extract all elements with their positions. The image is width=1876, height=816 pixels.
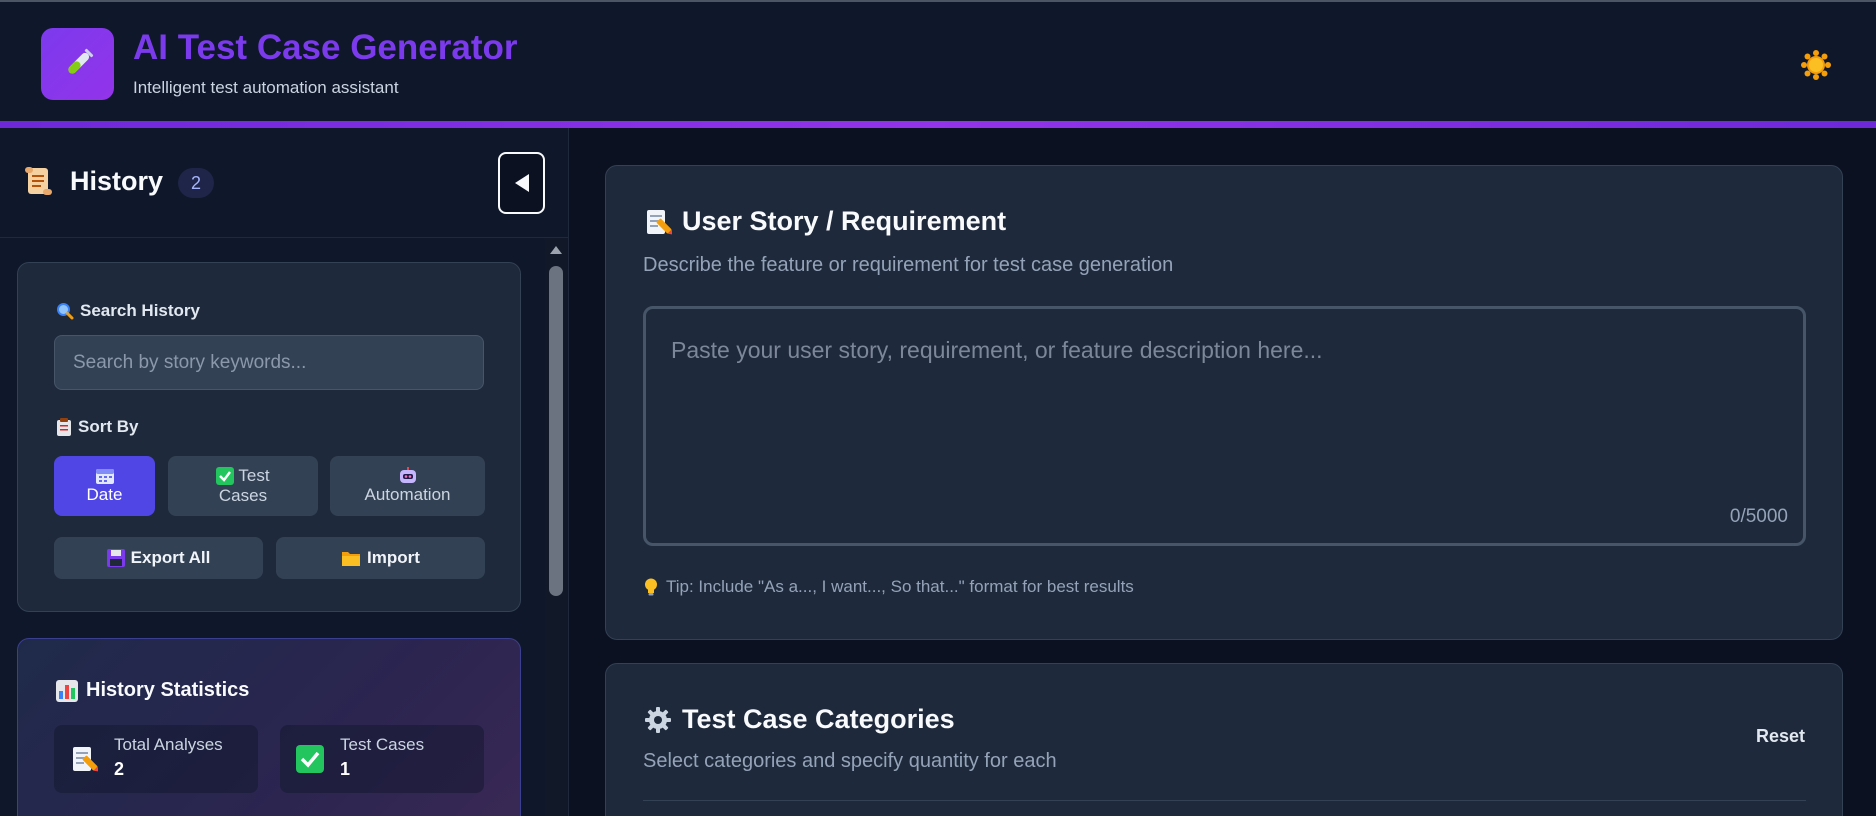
magnifier-icon (57, 303, 74, 320)
memo-icon (647, 209, 672, 234)
stat-test-cases-label: Test Cases (340, 735, 425, 754)
stat-test-cases-value: 1 (340, 759, 351, 779)
scroll-icon (25, 167, 52, 195)
export-all-label: Export All (130, 548, 211, 567)
sort-by-label-text: Sort By (78, 417, 139, 436)
sidebar-scrollbar[interactable] (545, 238, 567, 816)
check-box-icon (296, 745, 324, 773)
search-history-label: Search History (56, 301, 200, 321)
sort-test-cases-line1: Test (238, 465, 270, 485)
app-logo (41, 28, 114, 100)
stat-total-analyses: Total Analyses 2 (54, 725, 258, 793)
test-case-categories-card: Test Case Categories Select categories a… (605, 663, 1843, 816)
history-sidebar: History 2 Search History Search by story… (0, 128, 569, 816)
user-story-title-text: User Story / Requirement (682, 206, 1007, 236)
sort-by-label: Sort By (56, 417, 138, 437)
check-box-icon (216, 466, 235, 485)
sun-icon (1801, 50, 1831, 80)
bar-chart-icon (56, 679, 78, 702)
app-subtitle: Intelligent test automation assistant (133, 78, 399, 97)
import-button[interactable]: Import (276, 537, 485, 579)
history-search-input[interactable] (54, 335, 484, 390)
triangle-left-icon (514, 174, 529, 192)
app-title: AI Test Case Generator (133, 28, 518, 67)
sort-by-date-button[interactable]: Date (54, 456, 155, 516)
history-count-badge: 2 (178, 168, 214, 198)
scrollbar-thumb[interactable] (549, 266, 563, 596)
history-filter-panel: Search History Sort By Date (17, 262, 521, 612)
stat-total-analyses-value: 2 (114, 759, 125, 779)
gear-icon (645, 706, 671, 733)
categories-title-text: Test Case Categories (682, 704, 955, 734)
user-story-textarea[interactable] (643, 306, 1806, 546)
format-tip: Tip: Include "As a..., I want..., So tha… (644, 577, 1134, 597)
clipboard-icon (57, 418, 71, 436)
header-accent-bar (0, 121, 1876, 128)
import-label: Import (367, 548, 420, 567)
user-story-title: User Story / Requirement (644, 206, 1006, 237)
folder-icon (342, 551, 361, 566)
sort-date-label: Date (86, 484, 123, 504)
categories-subtitle: Select categories and specify quantity f… (643, 750, 1057, 772)
character-count: 0/5000 (1729, 506, 1788, 527)
search-history-label-text: Search History (80, 301, 200, 320)
history-statistics-panel: History Statistics Total Analyses 2 Test… (17, 638, 521, 816)
memo-icon (73, 747, 98, 772)
export-all-button[interactable]: Export All (54, 537, 263, 579)
history-statistics-title-text: History Statistics (86, 679, 250, 701)
stat-test-cases: Test Cases 1 (280, 725, 484, 793)
scroll-up-arrow-icon[interactable] (550, 246, 562, 254)
user-story-subtitle: Describe the feature or requirement for … (643, 254, 1174, 276)
categories-title: Test Case Categories (644, 704, 955, 735)
sort-test-cases-line2: Cases (218, 486, 268, 505)
categories-divider (643, 800, 1806, 801)
test-tube-icon (67, 48, 93, 74)
light-bulb-icon (645, 578, 657, 596)
format-tip-text: Tip: Include "As a..., I want..., So tha… (666, 577, 1134, 596)
sort-by-test-cases-button[interactable]: Test Cases (168, 456, 318, 516)
history-statistics-title: History Statistics (56, 679, 249, 702)
user-story-card: User Story / Requirement Describe the fe… (605, 165, 1843, 640)
sidebar-header: History 2 (0, 128, 569, 238)
floppy-disk-icon (106, 549, 125, 567)
calendar-icon (95, 468, 114, 484)
collapse-sidebar-button[interactable] (498, 152, 545, 214)
history-title: History (70, 166, 164, 196)
main-content: User Story / Requirement Describe the fe… (570, 128, 1876, 816)
sort-by-automation-button[interactable]: Automation (330, 456, 485, 516)
sort-automation-label: Automation (364, 484, 451, 504)
theme-toggle-button[interactable] (1799, 48, 1833, 82)
app-header: AI Test Case Generator Intelligent test … (0, 0, 1876, 122)
stat-total-analyses-label: Total Analyses (114, 735, 223, 754)
reset-categories-button[interactable]: Reset (1756, 726, 1805, 747)
sort-test-cases-top-row: Test (216, 465, 270, 486)
robot-icon (399, 466, 416, 483)
